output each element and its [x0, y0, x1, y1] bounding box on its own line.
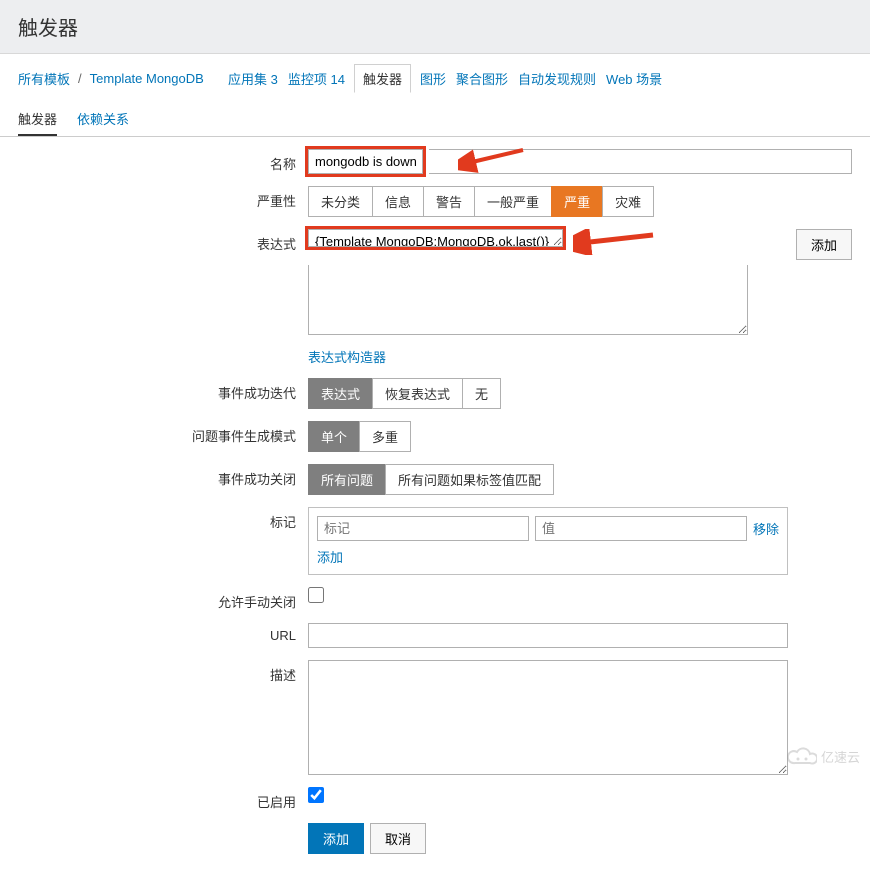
- enabled-label: 已启用: [18, 787, 308, 811]
- manual-close-label: 允许手动关闭: [18, 587, 308, 611]
- event-iter-recovery[interactable]: 恢复表达式: [372, 378, 463, 409]
- breadcrumb-all-templates[interactable]: 所有模板: [18, 69, 70, 88]
- page-title: 触发器: [0, 0, 870, 54]
- add-expression-button[interactable]: 添加: [796, 229, 852, 260]
- add-tag-link[interactable]: 添加: [317, 550, 343, 565]
- tag-name-field[interactable]: [317, 516, 529, 541]
- expression-label: 表达式: [18, 229, 308, 253]
- tag-row: 移除: [317, 516, 779, 541]
- event-close-all[interactable]: 所有问题: [308, 464, 386, 495]
- tag-label: 标记: [18, 507, 308, 531]
- severity-average[interactable]: 一般严重: [474, 186, 552, 217]
- tab-dependencies[interactable]: 依赖关系: [77, 103, 129, 136]
- nav-graphs[interactable]: 图形: [419, 67, 447, 90]
- manual-close-checkbox[interactable]: [308, 587, 324, 603]
- expression-area[interactable]: [308, 265, 748, 335]
- severity-high[interactable]: 严重: [551, 186, 603, 217]
- event-iter-expression[interactable]: 表达式: [308, 378, 373, 409]
- problem-gen-group: 单个 多重: [308, 421, 411, 452]
- nav-web[interactable]: Web 场景: [605, 67, 663, 90]
- severity-label: 严重性: [18, 186, 308, 210]
- name-field[interactable]: [308, 149, 423, 174]
- severity-warning[interactable]: 警告: [423, 186, 475, 217]
- tag-value-field[interactable]: [535, 516, 747, 541]
- description-label: 描述: [18, 660, 308, 684]
- event-iter-none[interactable]: 无: [462, 378, 501, 409]
- nav-triggers[interactable]: 触发器: [354, 64, 411, 93]
- severity-info[interactable]: 信息: [372, 186, 424, 217]
- nav-items[interactable]: 监控项 14: [287, 67, 346, 90]
- nav-discovery[interactable]: 自动发现规则: [517, 67, 597, 90]
- tag-panel: 移除 添加: [308, 507, 788, 575]
- remove-tag-link[interactable]: 移除: [753, 519, 779, 538]
- submit-add-button[interactable]: 添加: [308, 823, 364, 854]
- breadcrumb-template[interactable]: Template MongoDB: [90, 71, 204, 86]
- spacer: [18, 823, 308, 828]
- nav-applications[interactable]: 应用集 3: [227, 67, 279, 90]
- arrow-annotation: [573, 229, 658, 255]
- expression-builder-link[interactable]: 表达式构造器: [308, 347, 386, 366]
- trigger-form: 名称 严重性 未分类 信息 警告 一般严重 严重 灾难 表达式: [0, 137, 870, 878]
- event-close-label: 事件成功关闭: [18, 464, 308, 488]
- event-close-tag[interactable]: 所有问题如果标签值匹配: [385, 464, 554, 495]
- arrow-annotation: [458, 145, 528, 175]
- expression-field[interactable]: [308, 229, 563, 247]
- severity-group: 未分类 信息 警告 一般严重 严重 灾难: [308, 186, 654, 217]
- url-field[interactable]: [308, 623, 788, 648]
- event-iter-label: 事件成功迭代: [18, 378, 308, 402]
- nav-screens[interactable]: 聚合图形: [455, 67, 509, 90]
- event-iter-group: 表达式 恢复表达式 无: [308, 378, 501, 409]
- watermark: 亿速云: [787, 745, 860, 767]
- cloud-icon: [787, 745, 817, 767]
- breadcrumb: 所有模板 / Template MongoDB 应用集 3 监控项 14 触发器…: [0, 54, 870, 93]
- description-field[interactable]: [308, 660, 788, 775]
- separator: /: [78, 71, 82, 86]
- severity-unclassified[interactable]: 未分类: [308, 186, 373, 217]
- event-close-group: 所有问题 所有问题如果标签值匹配: [308, 464, 554, 495]
- problem-gen-label: 问题事件生成模式: [18, 421, 308, 445]
- tab-trigger[interactable]: 触发器: [18, 103, 57, 136]
- name-label: 名称: [18, 149, 308, 173]
- severity-disaster[interactable]: 灾难: [602, 186, 654, 217]
- enabled-checkbox[interactable]: [308, 787, 324, 803]
- problem-gen-single[interactable]: 单个: [308, 421, 360, 452]
- url-label: URL: [18, 623, 308, 643]
- tab-bar: 触发器 依赖关系: [0, 93, 870, 137]
- cancel-button[interactable]: 取消: [370, 823, 426, 854]
- problem-gen-multiple[interactable]: 多重: [359, 421, 411, 452]
